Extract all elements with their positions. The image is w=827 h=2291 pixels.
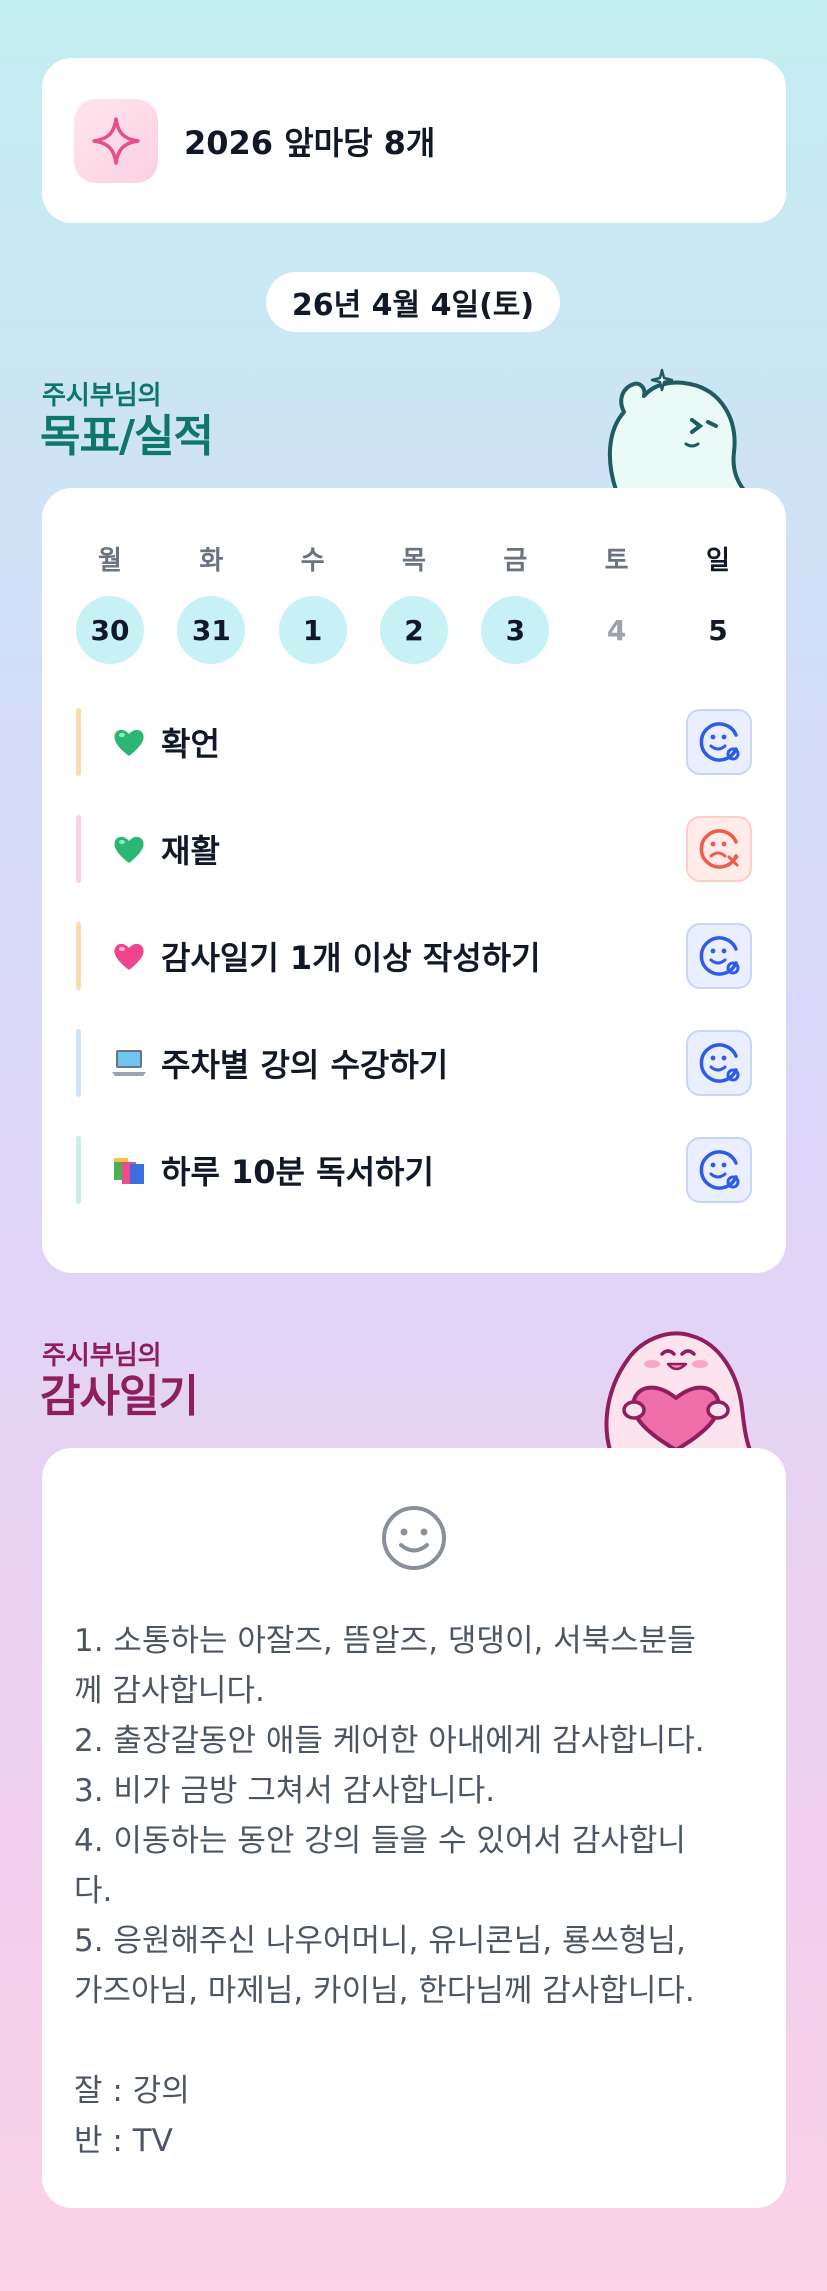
- goal-accent-bar: [76, 815, 81, 883]
- smile-check-icon: [699, 1043, 740, 1083]
- smile-check-icon: [699, 722, 740, 762]
- header-title: 2026 앞마당 8개: [184, 123, 436, 162]
- weekday-label: 화: [199, 546, 224, 576]
- day-cell[interactable]: 30: [76, 596, 144, 664]
- goal-label: 하루 10분 독서하기: [161, 1153, 434, 1191]
- weekday-label: 토: [604, 546, 629, 576]
- smile-check-icon: [699, 936, 740, 976]
- mascot-ghost-icon: [607, 368, 746, 490]
- weekday-label: 금: [503, 546, 528, 576]
- status-success-button[interactable]: [686, 1030, 752, 1096]
- day-cell[interactable]: 5: [684, 596, 752, 664]
- gratitude-diary-card: 1. 소통하는 아잘즈, 뜸알즈, 댕댕이, 서북스분들 께 감사합니다. 2.…: [42, 1448, 786, 2208]
- green-heart-icon: [111, 724, 147, 760]
- goal-accent-bar: [76, 708, 81, 776]
- goal-label: 확언: [161, 725, 220, 763]
- goals-card: 월 화 수 목 금 토 일 30 31 1 2 3 4 5 확언 재활 감사일기…: [42, 488, 786, 1273]
- goal-label: 감사일기 1개 이상 작성하기: [161, 939, 541, 977]
- goal-row[interactable]: 재활: [76, 807, 752, 891]
- week-days: 30 31 1 2 3 4 5: [76, 596, 752, 664]
- day-cell[interactable]: 4: [583, 596, 651, 664]
- day-cell[interactable]: 2: [379, 596, 448, 664]
- goal-label: 주차별 강의 수강하기: [161, 1046, 449, 1084]
- goals-section-title: 목표/실적: [40, 411, 214, 462]
- day-cell[interactable]: 1: [278, 596, 347, 664]
- goal-row[interactable]: 주차별 강의 수강하기: [76, 1021, 752, 1105]
- green-heart-icon: [111, 831, 147, 867]
- day-cell[interactable]: 31: [177, 596, 246, 664]
- goal-accent-bar: [76, 1029, 81, 1097]
- goal-accent-bar: [76, 922, 81, 990]
- gratitude-diary-text: 1. 소통하는 아잘즈, 뜸알즈, 댕댕이, 서북스분들 께 감사합니다. 2.…: [74, 1623, 705, 2159]
- goal-row[interactable]: 하루 10분 독서하기: [76, 1128, 752, 1212]
- smile-check-icon: [699, 1150, 740, 1190]
- goal-row[interactable]: 확언: [76, 700, 752, 784]
- header-card: 2026 앞마당 8개: [42, 58, 786, 223]
- status-success-button[interactable]: [686, 709, 752, 775]
- laptop-icon: [111, 1045, 147, 1081]
- mascot-heart-icon: [604, 1331, 752, 1450]
- date-pill[interactable]: 26년 4월 4일(토): [266, 272, 560, 332]
- weekday-label: 수: [300, 546, 325, 576]
- weekday-label: 목: [402, 546, 426, 576]
- goal-accent-bar: [76, 1136, 81, 1204]
- day-cell[interactable]: 3: [481, 596, 550, 664]
- books-icon: [111, 1152, 147, 1188]
- status-success-button[interactable]: [686, 923, 752, 989]
- goal-label: 재활: [161, 832, 220, 870]
- goal-row[interactable]: 감사일기 1개 이상 작성하기: [76, 914, 752, 998]
- weekday-label: 일: [706, 546, 730, 576]
- status-success-button[interactable]: [686, 1137, 752, 1203]
- diary-section-title: 감사일기: [40, 1371, 199, 1422]
- sad-x-icon: [699, 829, 739, 869]
- status-fail-button[interactable]: [686, 816, 752, 882]
- smile-icon: [382, 1506, 446, 1570]
- pink-heart-icon: [111, 938, 147, 974]
- weekday-header: 월 화 수 목 금 토 일: [76, 540, 752, 577]
- sparkle-icon: [74, 98, 158, 183]
- weekday-label: 월: [98, 546, 122, 576]
